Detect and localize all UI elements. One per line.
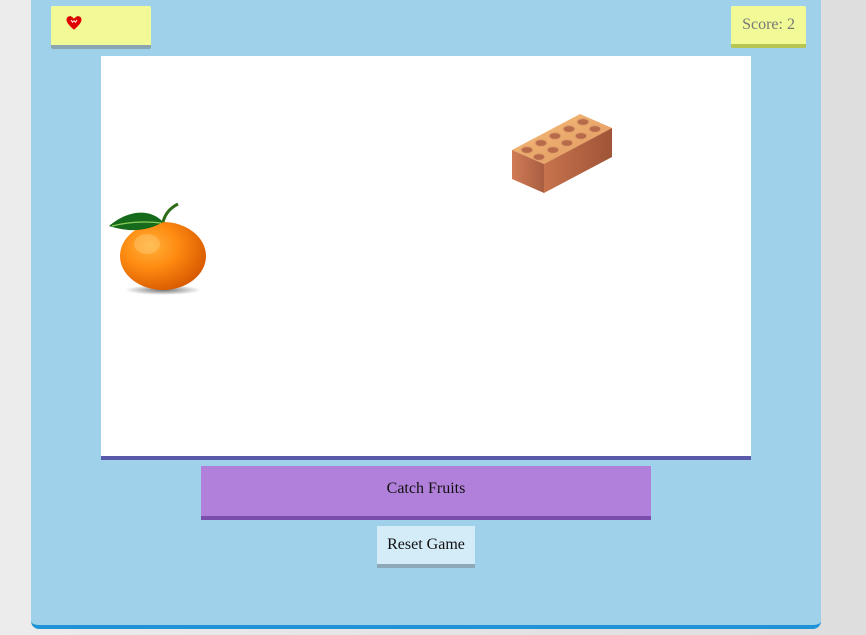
catch-fruits-button[interactable]: Catch Fruits bbox=[201, 466, 651, 520]
reset-game-button[interactable]: Reset Game bbox=[377, 526, 475, 568]
score-display: Score: 2 bbox=[731, 6, 806, 48]
game-area[interactable] bbox=[101, 56, 751, 460]
brick-icon bbox=[512, 114, 612, 193]
heart-icon bbox=[66, 15, 82, 30]
lives-box bbox=[51, 6, 151, 49]
orange-icon[interactable] bbox=[105, 202, 209, 298]
